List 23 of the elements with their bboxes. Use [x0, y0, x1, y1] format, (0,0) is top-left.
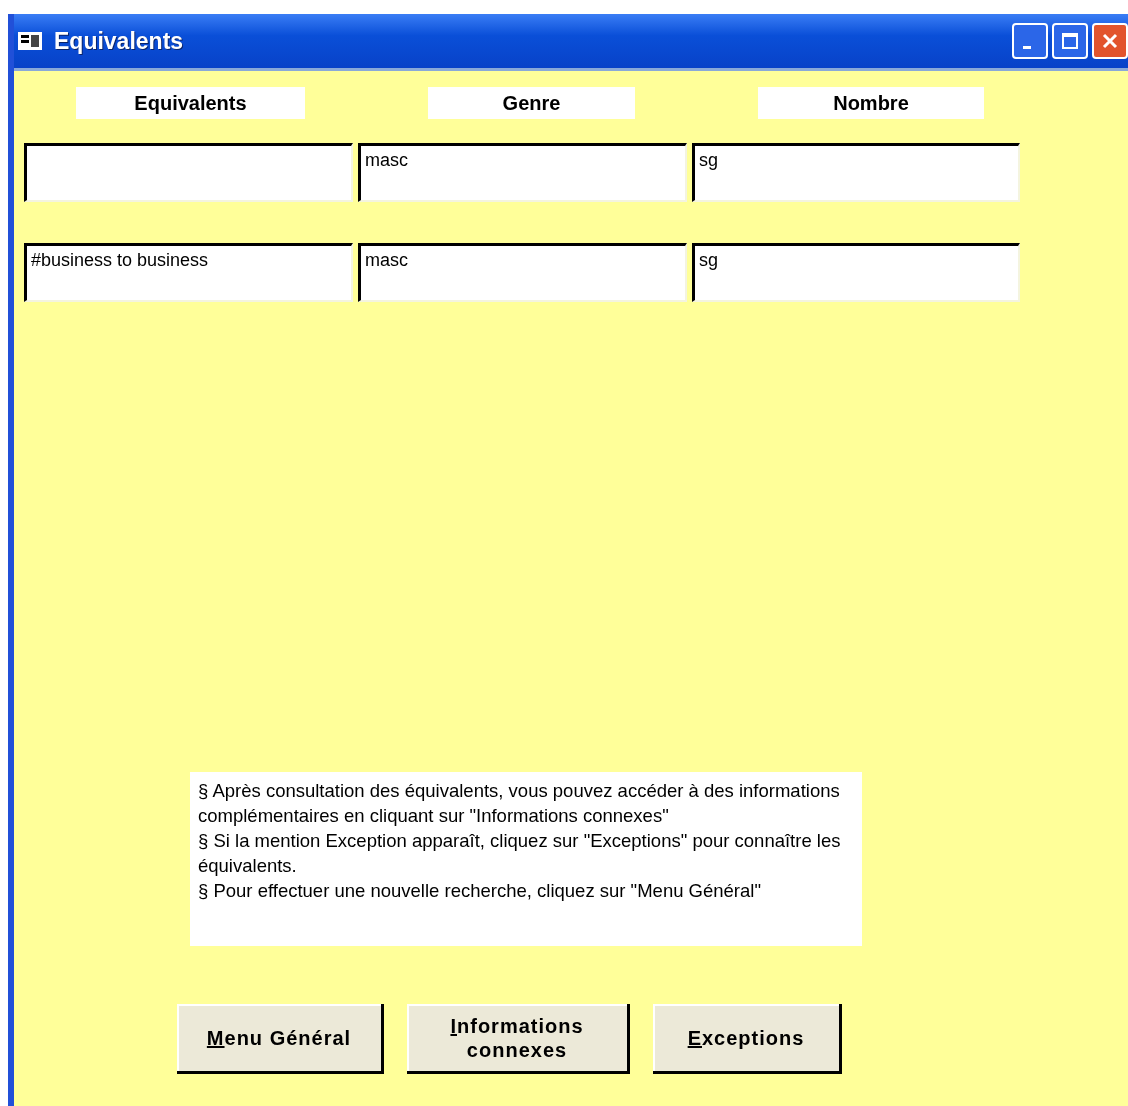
- form-icon: [18, 32, 42, 50]
- window-title: Equivalents: [54, 27, 185, 55]
- column-header: Equivalents: [76, 87, 305, 119]
- column-header: Genre: [428, 87, 635, 119]
- column-header: Nombre: [758, 87, 984, 119]
- input-field[interactable]: [24, 143, 353, 202]
- input-field[interactable]: masc: [358, 243, 687, 302]
- help-paragraph: § Après consultation des équivalents, vous pouvez accéder à des informations complémentaires en cliquant sur "Informations connexes": [198, 779, 841, 828]
- input-field[interactable]: sg: [692, 243, 1020, 302]
- close-button[interactable]: [1092, 23, 1128, 59]
- input-field[interactable]: #business to business: [24, 243, 353, 302]
- exceptions-button[interactable]: Exceptions: [653, 1004, 842, 1074]
- help-paragraph: § Si la mention Exception apparaît, cliquez sur "Exceptions" pour connaître les équivalents.: [198, 829, 842, 878]
- close-icon: [1101, 32, 1119, 50]
- maximize-icon: [1061, 32, 1079, 50]
- info-button[interactable]: Informations connexes: [407, 1004, 630, 1074]
- input-field[interactable]: masc: [358, 143, 687, 202]
- input-field[interactable]: sg: [692, 143, 1020, 202]
- minimize-icon: [1023, 45, 1031, 49]
- minimize-button[interactable]: [1012, 23, 1048, 59]
- maximize-button[interactable]: [1052, 23, 1088, 59]
- menu-button[interactable]: Menu Général: [177, 1004, 384, 1074]
- help-paragraph: § Pour effectuer une nouvelle recherche, cliquez sur "Menu Général": [198, 879, 762, 903]
